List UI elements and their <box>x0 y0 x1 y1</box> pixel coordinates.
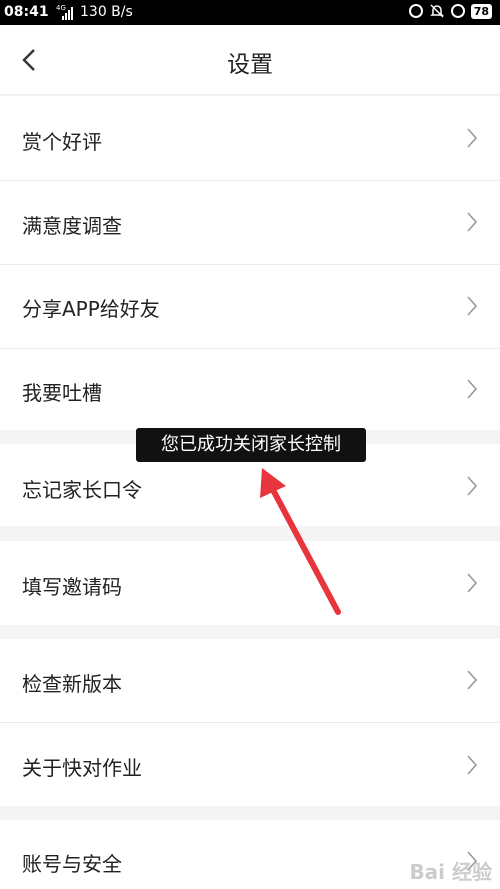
page-title: 设置 <box>227 52 273 78</box>
status-icons: 78 <box>408 3 492 19</box>
menu-item-feedback[interactable]: 我要吐槽 <box>0 349 500 430</box>
sync-icon <box>408 4 423 18</box>
menu-item-label: 检查新版本 <box>22 672 122 696</box>
signal-icon <box>62 6 73 20</box>
status-bar: 08:41 4G 130 B/s 78 <box>0 0 500 25</box>
chevron-right-icon <box>467 296 478 316</box>
lock-rotation-icon <box>450 4 465 18</box>
network-speed: 130 B/s <box>80 4 133 20</box>
menu-item-label: 关于快对作业 <box>22 756 142 780</box>
menu-item-invite-code[interactable]: 填写邀请码 <box>0 541 500 625</box>
status-time: 08:41 <box>4 4 49 20</box>
watermark: Bai 经验 <box>409 860 492 884</box>
menu-item-about[interactable]: 关于快对作业 <box>0 723 500 806</box>
chevron-right-icon <box>467 379 478 399</box>
chevron-right-icon <box>467 212 478 232</box>
menu-item-rate[interactable]: 赏个好评 <box>0 96 500 180</box>
battery-icon: 78 <box>470 3 492 19</box>
menu-item-share[interactable]: 分享APP给好友 <box>0 265 500 348</box>
nav-header: 设置 <box>0 25 500 95</box>
chevron-right-icon <box>467 476 478 496</box>
menu-item-label: 满意度调查 <box>22 214 122 238</box>
menu-item-check-update[interactable]: 检查新版本 <box>0 639 500 722</box>
menu-item-label: 忘记家长口令 <box>22 478 142 502</box>
chevron-right-icon <box>467 755 478 775</box>
menu-item-survey[interactable]: 满意度调查 <box>0 181 500 264</box>
menu-item-label: 账号与安全 <box>22 852 122 876</box>
chevron-right-icon <box>467 128 478 148</box>
chevron-right-icon <box>467 670 478 690</box>
menu-item-label: 赏个好评 <box>22 130 102 154</box>
toast-message: 您已成功关闭家长控制 <box>136 428 366 462</box>
menu-item-label: 分享APP给好友 <box>22 297 160 321</box>
chevron-right-icon <box>467 573 478 593</box>
bell-muted-icon <box>429 4 444 18</box>
menu-item-label: 我要吐槽 <box>22 381 102 405</box>
menu-item-label: 填写邀请码 <box>22 575 122 599</box>
